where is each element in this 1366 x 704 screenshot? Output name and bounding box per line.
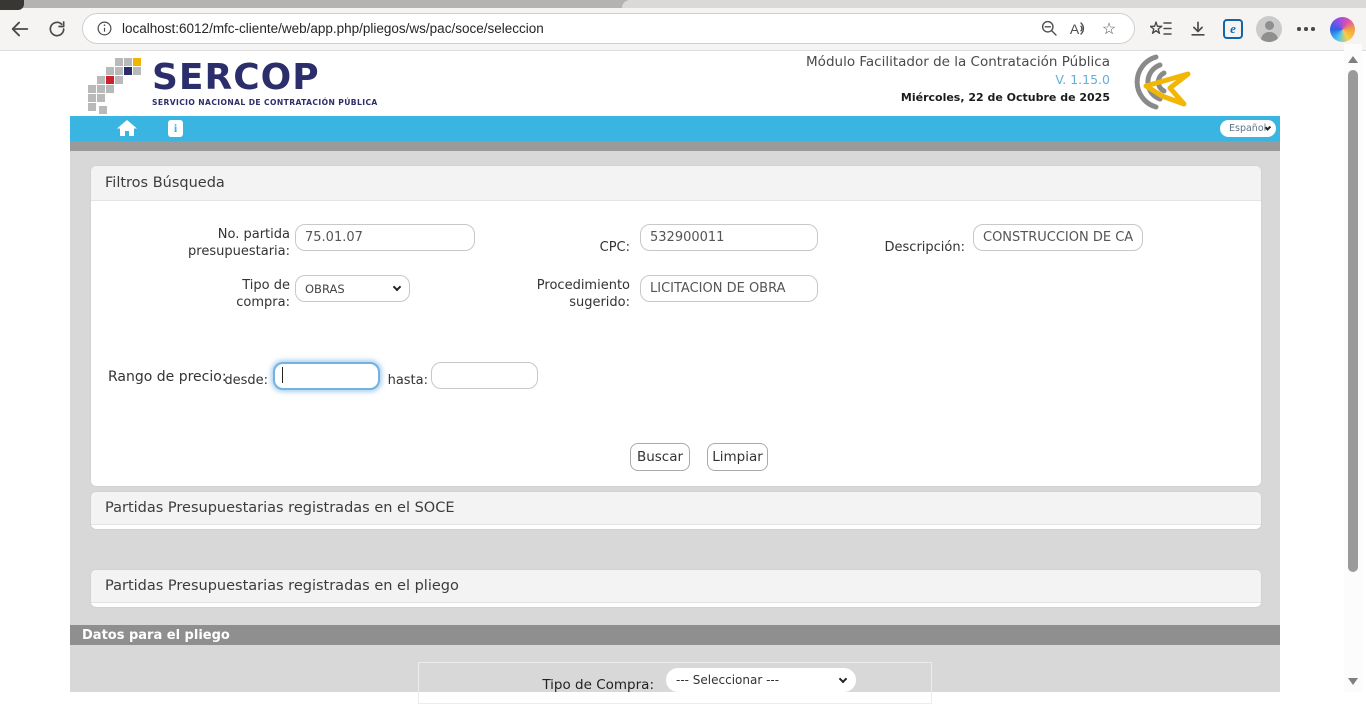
partida-input[interactable] bbox=[295, 224, 475, 251]
module-title: Módulo Facilitador de la Contratación Pú… bbox=[806, 54, 1110, 70]
module-date: Miércoles, 22 de Octubre de 2025 bbox=[806, 91, 1110, 104]
scrollbar-up-arrow[interactable] bbox=[1348, 56, 1358, 63]
hasta-input[interactable] bbox=[431, 362, 538, 389]
refresh-icon bbox=[47, 19, 67, 39]
language-select[interactable]: Español bbox=[1220, 120, 1276, 137]
home-icon[interactable] bbox=[116, 120, 138, 138]
buscar-button[interactable]: Buscar bbox=[630, 443, 690, 471]
copilot-icon[interactable] bbox=[1328, 15, 1356, 43]
datos-pliego-box: Tipo de Compra: --- Seleccionar --- bbox=[418, 662, 932, 704]
datos-tipo-compra-label: Tipo de Compra: bbox=[542, 677, 654, 693]
procedimiento-label: Procedimiento sugerido: bbox=[510, 277, 630, 311]
language-value: Español bbox=[1229, 123, 1266, 134]
pliego-section-panel: Partidas Presupuestarias registradas en … bbox=[90, 569, 1262, 608]
info-icon[interactable]: i bbox=[168, 120, 183, 137]
filters-panel-title: Filtros Búsqueda bbox=[91, 166, 1261, 201]
address-bar[interactable]: localhost:6012/mfc-cliente/web/app.php/p… bbox=[82, 13, 1135, 44]
chevron-down-icon bbox=[393, 283, 401, 291]
descripcion-label: Descripción: bbox=[845, 239, 965, 256]
module-info: Módulo Facilitador de la Contratación Pú… bbox=[806, 54, 1110, 104]
tab-strip-light bbox=[622, 0, 1366, 8]
back-button[interactable] bbox=[6, 15, 34, 43]
chevron-down-icon bbox=[1265, 124, 1271, 130]
limpiar-button[interactable]: Limpiar bbox=[707, 443, 768, 471]
scrollbar-thumb[interactable] bbox=[1348, 70, 1358, 572]
tipo-compra-select[interactable]: OBRAS bbox=[295, 275, 410, 302]
downloads-icon[interactable] bbox=[1184, 15, 1212, 43]
desde-label: desde: bbox=[190, 372, 268, 389]
filters-panel: Filtros Búsqueda bbox=[90, 165, 1262, 487]
back-arrow-icon bbox=[9, 18, 31, 40]
sercop-logo: SERCOP SERVICIO NACIONAL DE CONTRATACIÓN… bbox=[88, 54, 328, 114]
descripcion-input[interactable] bbox=[973, 224, 1143, 251]
procedimiento-input[interactable] bbox=[640, 275, 818, 302]
gray-divider-bar bbox=[70, 141, 1280, 151]
bookmark-star-icon[interactable]: ☆ bbox=[1094, 16, 1124, 42]
soce-section-panel: Partidas Presupuestarias registradas en … bbox=[90, 491, 1262, 530]
pliego-section-title: Partidas Presupuestarias registradas en … bbox=[91, 570, 1261, 603]
tab-stub bbox=[0, 0, 24, 10]
tipo-compra-label: Tipo de compra: bbox=[200, 277, 290, 311]
site-header: SERCOP SERVICIO NACIONAL DE CONTRATACIÓN… bbox=[70, 52, 1280, 116]
module-version: V. 1.15.0 bbox=[806, 72, 1110, 87]
main-navbar: i Español bbox=[70, 116, 1280, 141]
arcs-cursor-logo bbox=[1112, 52, 1196, 116]
chevron-down-icon bbox=[839, 674, 847, 682]
favorites-bar-icon[interactable] bbox=[1147, 15, 1175, 43]
datos-tipo-compra-value: --- Seleccionar --- bbox=[676, 673, 779, 687]
read-aloud-icon[interactable]: A bbox=[1064, 16, 1094, 42]
profile-avatar[interactable] bbox=[1255, 15, 1283, 43]
browser-chrome: localhost:6012/mfc-cliente/web/app.php/p… bbox=[0, 0, 1366, 51]
site-info-icon[interactable] bbox=[96, 20, 113, 37]
datos-tipo-compra-select[interactable]: --- Seleccionar --- bbox=[666, 668, 856, 692]
soce-section-title: Partidas Presupuestarias registradas en … bbox=[91, 492, 1261, 525]
hasta-label: hasta: bbox=[350, 372, 428, 389]
brand-name: SERCOP bbox=[152, 60, 378, 96]
text-caret bbox=[282, 367, 283, 383]
url-text: localhost:6012/mfc-cliente/web/app.php/p… bbox=[122, 21, 1034, 36]
cpc-label: CPC: bbox=[530, 239, 630, 256]
partida-label: No. partida presupuestaria: bbox=[170, 226, 290, 260]
page-content: SERCOP SERVICIO NACIONAL DE CONTRATACIÓN… bbox=[0, 52, 1366, 692]
brand-subtitle: SERVICIO NACIONAL DE CONTRATACIÓN PÚBLIC… bbox=[152, 98, 378, 107]
ie-mode-icon[interactable]: e bbox=[1219, 15, 1247, 43]
scrollbar-down-arrow[interactable] bbox=[1348, 678, 1358, 685]
refresh-button[interactable] bbox=[43, 15, 71, 43]
sercop-mosaic-icon bbox=[88, 58, 144, 114]
cpc-input[interactable] bbox=[640, 224, 818, 251]
zoom-out-icon[interactable] bbox=[1034, 16, 1064, 42]
settings-ellipsis-icon[interactable] bbox=[1292, 15, 1320, 43]
datos-pliego-bar: Datos para el pliego bbox=[70, 625, 1280, 645]
tipo-compra-value: OBRAS bbox=[305, 282, 345, 296]
